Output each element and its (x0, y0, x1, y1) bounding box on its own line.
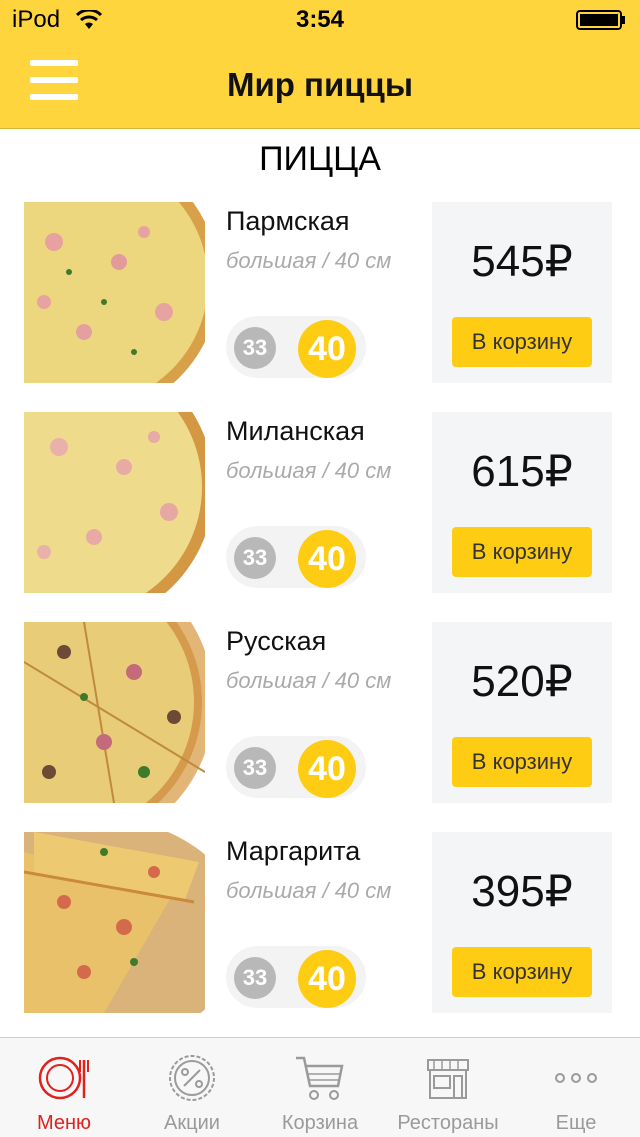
tab-label: Меню (36, 1112, 92, 1134)
product-size-description: большая / 40 см (226, 458, 392, 483)
tab-label: Еще (555, 1112, 597, 1134)
tab-promotions[interactable]: Акции (128, 1038, 256, 1137)
tab-restaurants[interactable]: Рестораны (384, 1038, 512, 1137)
product-item[interactable]: Маргарита большая / 40 см 33 40 395₽ В к… (0, 832, 640, 1014)
status-bar: iPod 3:54 (0, 0, 640, 40)
size-40-option[interactable]: 40 (298, 740, 356, 798)
product-size-description: большая / 40 см (226, 878, 392, 903)
product-size-description: большая / 40 см (226, 248, 392, 273)
product-size-description: большая / 40 см (226, 668, 392, 693)
add-to-cart-button[interactable]: В корзину (452, 317, 592, 367)
section-title: ПИЦЦА (259, 140, 381, 178)
size-40-option[interactable]: 40 (298, 950, 356, 1008)
size-33-option[interactable]: 33 (234, 957, 276, 999)
battery-icon (576, 10, 625, 30)
product-item[interactable]: Русская большая / 40 см 33 40 520₽ В кор… (0, 622, 640, 804)
tab-more[interactable]: Еще (512, 1038, 640, 1137)
size-33-option[interactable]: 33 (234, 747, 276, 789)
product-name: Маргарита (226, 836, 361, 866)
pizza-image[interactable] (24, 622, 205, 803)
product-name: Пармская (226, 206, 350, 236)
store-icon (427, 1059, 469, 1099)
price-card: 520₽ В корзину (432, 622, 612, 803)
nav-bar: Мир пиццы (0, 40, 640, 129)
product-item[interactable]: Миланская большая / 40 см 33 40 615₽ В к… (0, 412, 640, 594)
size-selector: 33 40 (226, 520, 366, 592)
product-price: 615₽ (471, 447, 573, 496)
tab-cart[interactable]: Корзина (256, 1038, 384, 1137)
tab-label: Рестораны (397, 1112, 499, 1134)
pizza-image[interactable] (24, 832, 205, 1013)
product-item[interactable]: Пармская большая / 40 см 33 40 545₽ В ко… (0, 202, 640, 384)
plate-icon (38, 1056, 89, 1100)
product-price: 395₽ (471, 867, 573, 916)
size-selector: 33 40 (226, 940, 366, 1012)
tab-label: Акции (164, 1112, 220, 1134)
price-card: 395₽ В корзину (432, 832, 612, 1013)
price-card: 545₽ В корзину (432, 202, 612, 383)
add-to-cart-button[interactable]: В корзину (452, 737, 592, 787)
product-price: 520₽ (471, 657, 573, 706)
tab-menu[interactable]: Меню (0, 1038, 128, 1137)
size-selector: 33 40 (226, 310, 366, 382)
product-name: Миланская (226, 416, 365, 446)
tab-label: Корзина (281, 1112, 359, 1134)
price-card: 615₽ В корзину (432, 412, 612, 593)
add-to-cart-button[interactable]: В корзину (452, 947, 592, 997)
pizza-image[interactable] (24, 412, 205, 593)
size-33-option[interactable]: 33 (234, 327, 276, 369)
product-name: Русская (226, 626, 327, 656)
add-to-cart-button[interactable]: В корзину (452, 527, 592, 577)
size-33-option[interactable]: 33 (234, 537, 276, 579)
cart-icon (296, 1056, 344, 1100)
size-40-option[interactable]: 40 (298, 320, 356, 378)
app-title: Мир пиццы (226, 66, 414, 103)
more-icon (555, 1073, 597, 1083)
product-price: 545₽ (471, 237, 573, 286)
pizza-image[interactable] (24, 202, 205, 383)
tab-bar: Меню Акции Корзина Рестораны Еще (0, 1037, 640, 1137)
size-40-option[interactable]: 40 (298, 530, 356, 588)
discount-badge-icon (169, 1055, 215, 1101)
size-selector: 33 40 (226, 730, 366, 802)
clock: 3:54 (295, 6, 345, 33)
